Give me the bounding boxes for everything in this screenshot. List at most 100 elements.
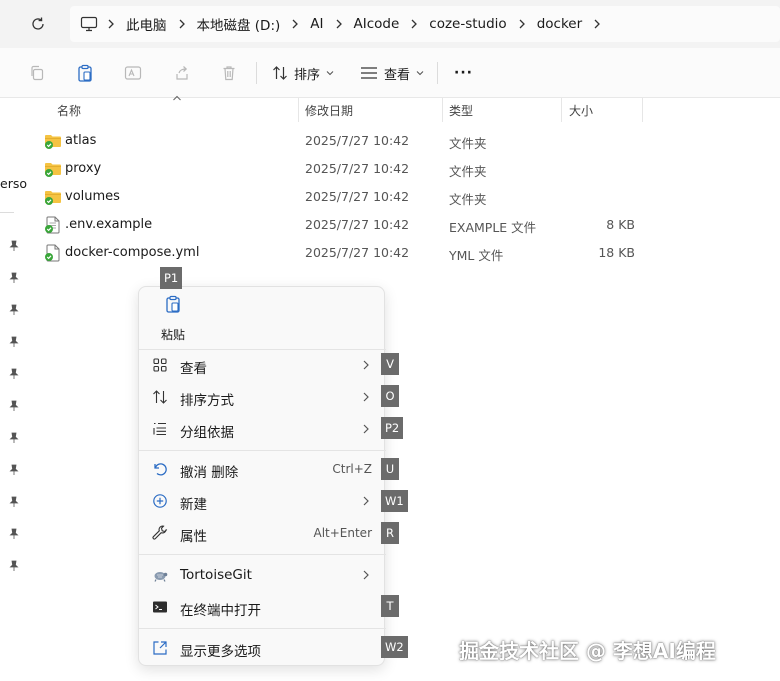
chevron-right-icon[interactable]: [584, 19, 610, 29]
pin-icon[interactable]: [8, 368, 20, 380]
paste-label: 粘贴: [160, 328, 185, 342]
file-row[interactable]: .env.example 2025/7/27 10:42 EXAMPLE 文件 …: [30, 211, 780, 239]
paste-icon: [166, 295, 180, 313]
shortcut-text: Ctrl+Z: [332, 462, 372, 476]
file-name: atlas: [65, 133, 97, 148]
column-resize-handle[interactable]: [561, 98, 562, 122]
document-synced-icon: [45, 216, 60, 234]
file-type: 文件夹: [449, 136, 487, 151]
toolbar-divider: [437, 62, 438, 84]
breadcrumb-item-aicode[interactable]: AIcode: [352, 16, 402, 32]
menu-item-label: 查看: [180, 361, 207, 377]
file-date: 2025/7/27 10:42: [305, 161, 410, 176]
menu-item-label: 属性: [180, 529, 207, 545]
column-header-date[interactable]: 修改日期: [305, 102, 353, 119]
trash-icon: [223, 66, 235, 81]
column-header-type[interactable]: 类型: [449, 102, 473, 119]
chevron-right-icon: [326, 19, 352, 29]
chevron-right-icon: [363, 570, 369, 580]
copy-button[interactable]: [26, 62, 48, 84]
file-size: 18 KB: [598, 245, 635, 260]
wrench-icon: [152, 525, 168, 540]
open-external-icon: [153, 641, 167, 655]
pin-icon[interactable]: [8, 528, 20, 540]
menu-item-new[interactable]: 新建: [139, 485, 386, 517]
file-row[interactable]: volumes 2025/7/27 10:42 文件夹: [30, 183, 780, 211]
menu-item-view[interactable]: 查看: [139, 349, 386, 381]
chevron-right-icon: [98, 19, 124, 29]
breadcrumb-item-this-pc[interactable]: 此电脑: [124, 14, 169, 34]
menu-item-label: TortoiseGit: [180, 567, 252, 583]
menu-item-label: 排序方式: [180, 393, 234, 409]
file-type: 文件夹: [449, 164, 487, 179]
column-resize-handle[interactable]: [442, 98, 443, 122]
pin-icon[interactable]: [8, 464, 20, 476]
grid-view-icon: [153, 358, 167, 372]
more-options-button[interactable]: ···: [454, 62, 473, 84]
chevron-right-icon: [363, 424, 369, 434]
paste-icon: [78, 64, 92, 82]
rename-button[interactable]: [122, 62, 144, 84]
pin-icon[interactable]: [8, 240, 20, 252]
navigation-pane: erso: [0, 98, 30, 681]
sort-icon: [273, 66, 287, 80]
pin-icon[interactable]: [8, 272, 20, 284]
column-resize-handle[interactable]: [298, 98, 299, 122]
menu-item-open-in-terminal[interactable]: 在终端中打开: [139, 591, 386, 623]
menu-item-tortoisegit[interactable]: TortoiseGit: [139, 559, 386, 591]
pin-icon[interactable]: [8, 432, 20, 444]
delete-button[interactable]: [218, 62, 240, 84]
chevron-right-icon: [509, 19, 535, 29]
file-row[interactable]: atlas 2025/7/27 10:42 文件夹: [30, 127, 780, 155]
menu-item-properties[interactable]: 属性 Alt+Enter: [139, 517, 386, 549]
keytip-sort: O: [381, 385, 399, 407]
file-date: 2025/7/27 10:42: [305, 217, 410, 232]
file-name: docker-compose.yml: [65, 245, 200, 260]
column-header-name[interactable]: 名称: [57, 102, 81, 119]
file-name: proxy: [65, 161, 102, 176]
menu-item-sort-by[interactable]: 排序方式: [139, 381, 386, 413]
context-menu: 粘贴 查看 排序方式 分组依据 撤消 删除 Ctrl+Z 新建 属性 Alt+E…: [138, 286, 386, 666]
chevron-right-icon: [363, 496, 369, 506]
keytip-paste: P1: [160, 267, 183, 289]
breadcrumb-item-local-disk[interactable]: 本地磁盘 (D:): [195, 14, 283, 34]
file-row[interactable]: docker-compose.yml 2025/7/27 10:42 YML 文…: [30, 239, 780, 267]
refresh-icon: [32, 17, 44, 30]
column-header-size[interactable]: 大小: [569, 102, 593, 119]
terminal-icon: [153, 601, 167, 613]
breadcrumb-item-ai[interactable]: AI: [308, 16, 325, 32]
breadcrumb[interactable]: 此电脑 本地磁盘 (D:) AI AIcode coze-studio dock…: [70, 6, 780, 42]
breadcrumb-item-docker[interactable]: docker: [535, 16, 584, 32]
pin-icon[interactable]: [8, 560, 20, 572]
menu-item-show-more-options[interactable]: 显示更多选项: [139, 632, 386, 664]
file-date: 2025/7/27 10:42: [305, 133, 410, 148]
chevron-right-icon: [282, 19, 308, 29]
rename-icon: [124, 66, 142, 80]
share-button[interactable]: [171, 62, 193, 84]
file-row[interactable]: proxy 2025/7/27 10:42 文件夹: [30, 155, 780, 183]
menu-item-label: 撤消 删除: [180, 465, 239, 481]
file-name: .env.example: [65, 217, 153, 232]
paste-button[interactable]: 粘贴: [153, 295, 193, 343]
chevron-right-icon: [363, 392, 369, 402]
pin-icon[interactable]: [8, 400, 20, 412]
folder-synced-icon: [45, 135, 61, 149]
refresh-button[interactable]: [26, 12, 50, 36]
computer-icon: [80, 16, 98, 32]
nav-item-partial-label[interactable]: erso: [0, 176, 27, 191]
keytip-properties: R: [381, 522, 399, 544]
view-label: 查看: [384, 67, 411, 83]
chevron-down-icon: [326, 71, 334, 76]
sort-button[interactable]: 排序: [272, 62, 334, 84]
shortcut-text: Alt+Enter: [313, 526, 372, 540]
menu-item-undo-delete[interactable]: 撤消 删除 Ctrl+Z: [139, 453, 386, 485]
view-button[interactable]: 查看: [360, 62, 424, 84]
column-resize-handle[interactable]: [642, 98, 643, 122]
menu-item-group-by[interactable]: 分组依据: [139, 413, 386, 445]
breadcrumb-item-coze-studio[interactable]: coze-studio: [427, 16, 508, 32]
pin-icon[interactable]: [8, 496, 20, 508]
pin-icon[interactable]: [8, 304, 20, 316]
pin-icon[interactable]: [8, 336, 20, 348]
file-type: 文件夹: [449, 192, 487, 207]
paste-toolbar-button[interactable]: [74, 62, 96, 84]
